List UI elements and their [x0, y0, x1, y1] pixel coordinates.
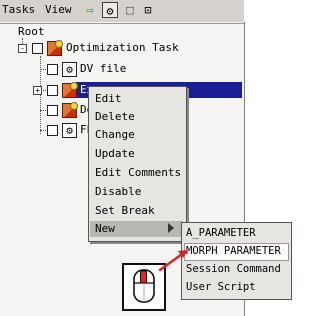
fit-view-icon[interactable]: ⬚: [122, 2, 138, 18]
tree-node-label[interactable]: Optimization Task: [66, 41, 179, 55]
tree-root-label: Root: [18, 25, 45, 38]
tree-checkbox[interactable]: [47, 64, 58, 75]
tree-node-label[interactable]: DV file: [80, 62, 126, 76]
gear-icon: ⚙: [62, 62, 77, 77]
forward-arrow-icon[interactable]: ⇨: [82, 2, 98, 18]
context-item-new[interactable]: New: [95, 222, 115, 236]
menu-view[interactable]: View: [45, 2, 72, 18]
tree-expander[interactable]: -: [18, 44, 27, 53]
context-menu: Edit Delete Change Update Edit Comments …: [88, 86, 187, 242]
tree-checkbox[interactable]: [32, 43, 43, 54]
zoom-box-icon[interactable]: ⊡: [140, 2, 156, 18]
submenu-item-morph-parameter[interactable]: MORPH PARAMETER: [186, 244, 281, 258]
panel-divider: [0, 23, 244, 24]
submenu-arrow-icon: [168, 223, 174, 233]
tree-checkbox[interactable]: [47, 85, 58, 96]
task-icon: [47, 40, 63, 56]
context-item-change[interactable]: Change: [95, 128, 135, 142]
context-item-set-break[interactable]: Set Break: [95, 204, 155, 218]
context-item-delete[interactable]: Delete: [95, 110, 135, 124]
context-item-edit-comments[interactable]: Edit Comments: [95, 166, 181, 180]
new-submenu: A_PARAMETER MORPH PARAMETER Session Comm…: [181, 222, 292, 300]
toolbar: Tasks View ⇨ ⚙ ⬚ ⊡: [0, 0, 244, 22]
gear-icon[interactable]: ⚙: [102, 2, 118, 18]
context-item-disable[interactable]: Disable: [95, 185, 141, 199]
task-icon: [62, 82, 78, 98]
submenu-item-a-parameter[interactable]: A_PARAMETER: [186, 226, 256, 240]
context-item-update[interactable]: Update: [95, 147, 135, 161]
tree-checkbox[interactable]: [47, 105, 58, 116]
gear-icon: ⚙: [62, 123, 77, 138]
context-item-edit[interactable]: Edit: [95, 92, 122, 106]
tree-checkbox[interactable]: [47, 125, 58, 136]
mouse-click-illustration: [122, 263, 166, 311]
task-icon: [62, 102, 78, 118]
submenu-item-user-script[interactable]: User Script: [186, 280, 256, 294]
tree-expander[interactable]: +: [33, 86, 42, 95]
tree-line: [40, 56, 41, 134]
submenu-item-session-command[interactable]: Session Command: [186, 262, 281, 276]
mouse-icon: [133, 269, 155, 303]
menu-tasks[interactable]: Tasks: [2, 2, 35, 18]
